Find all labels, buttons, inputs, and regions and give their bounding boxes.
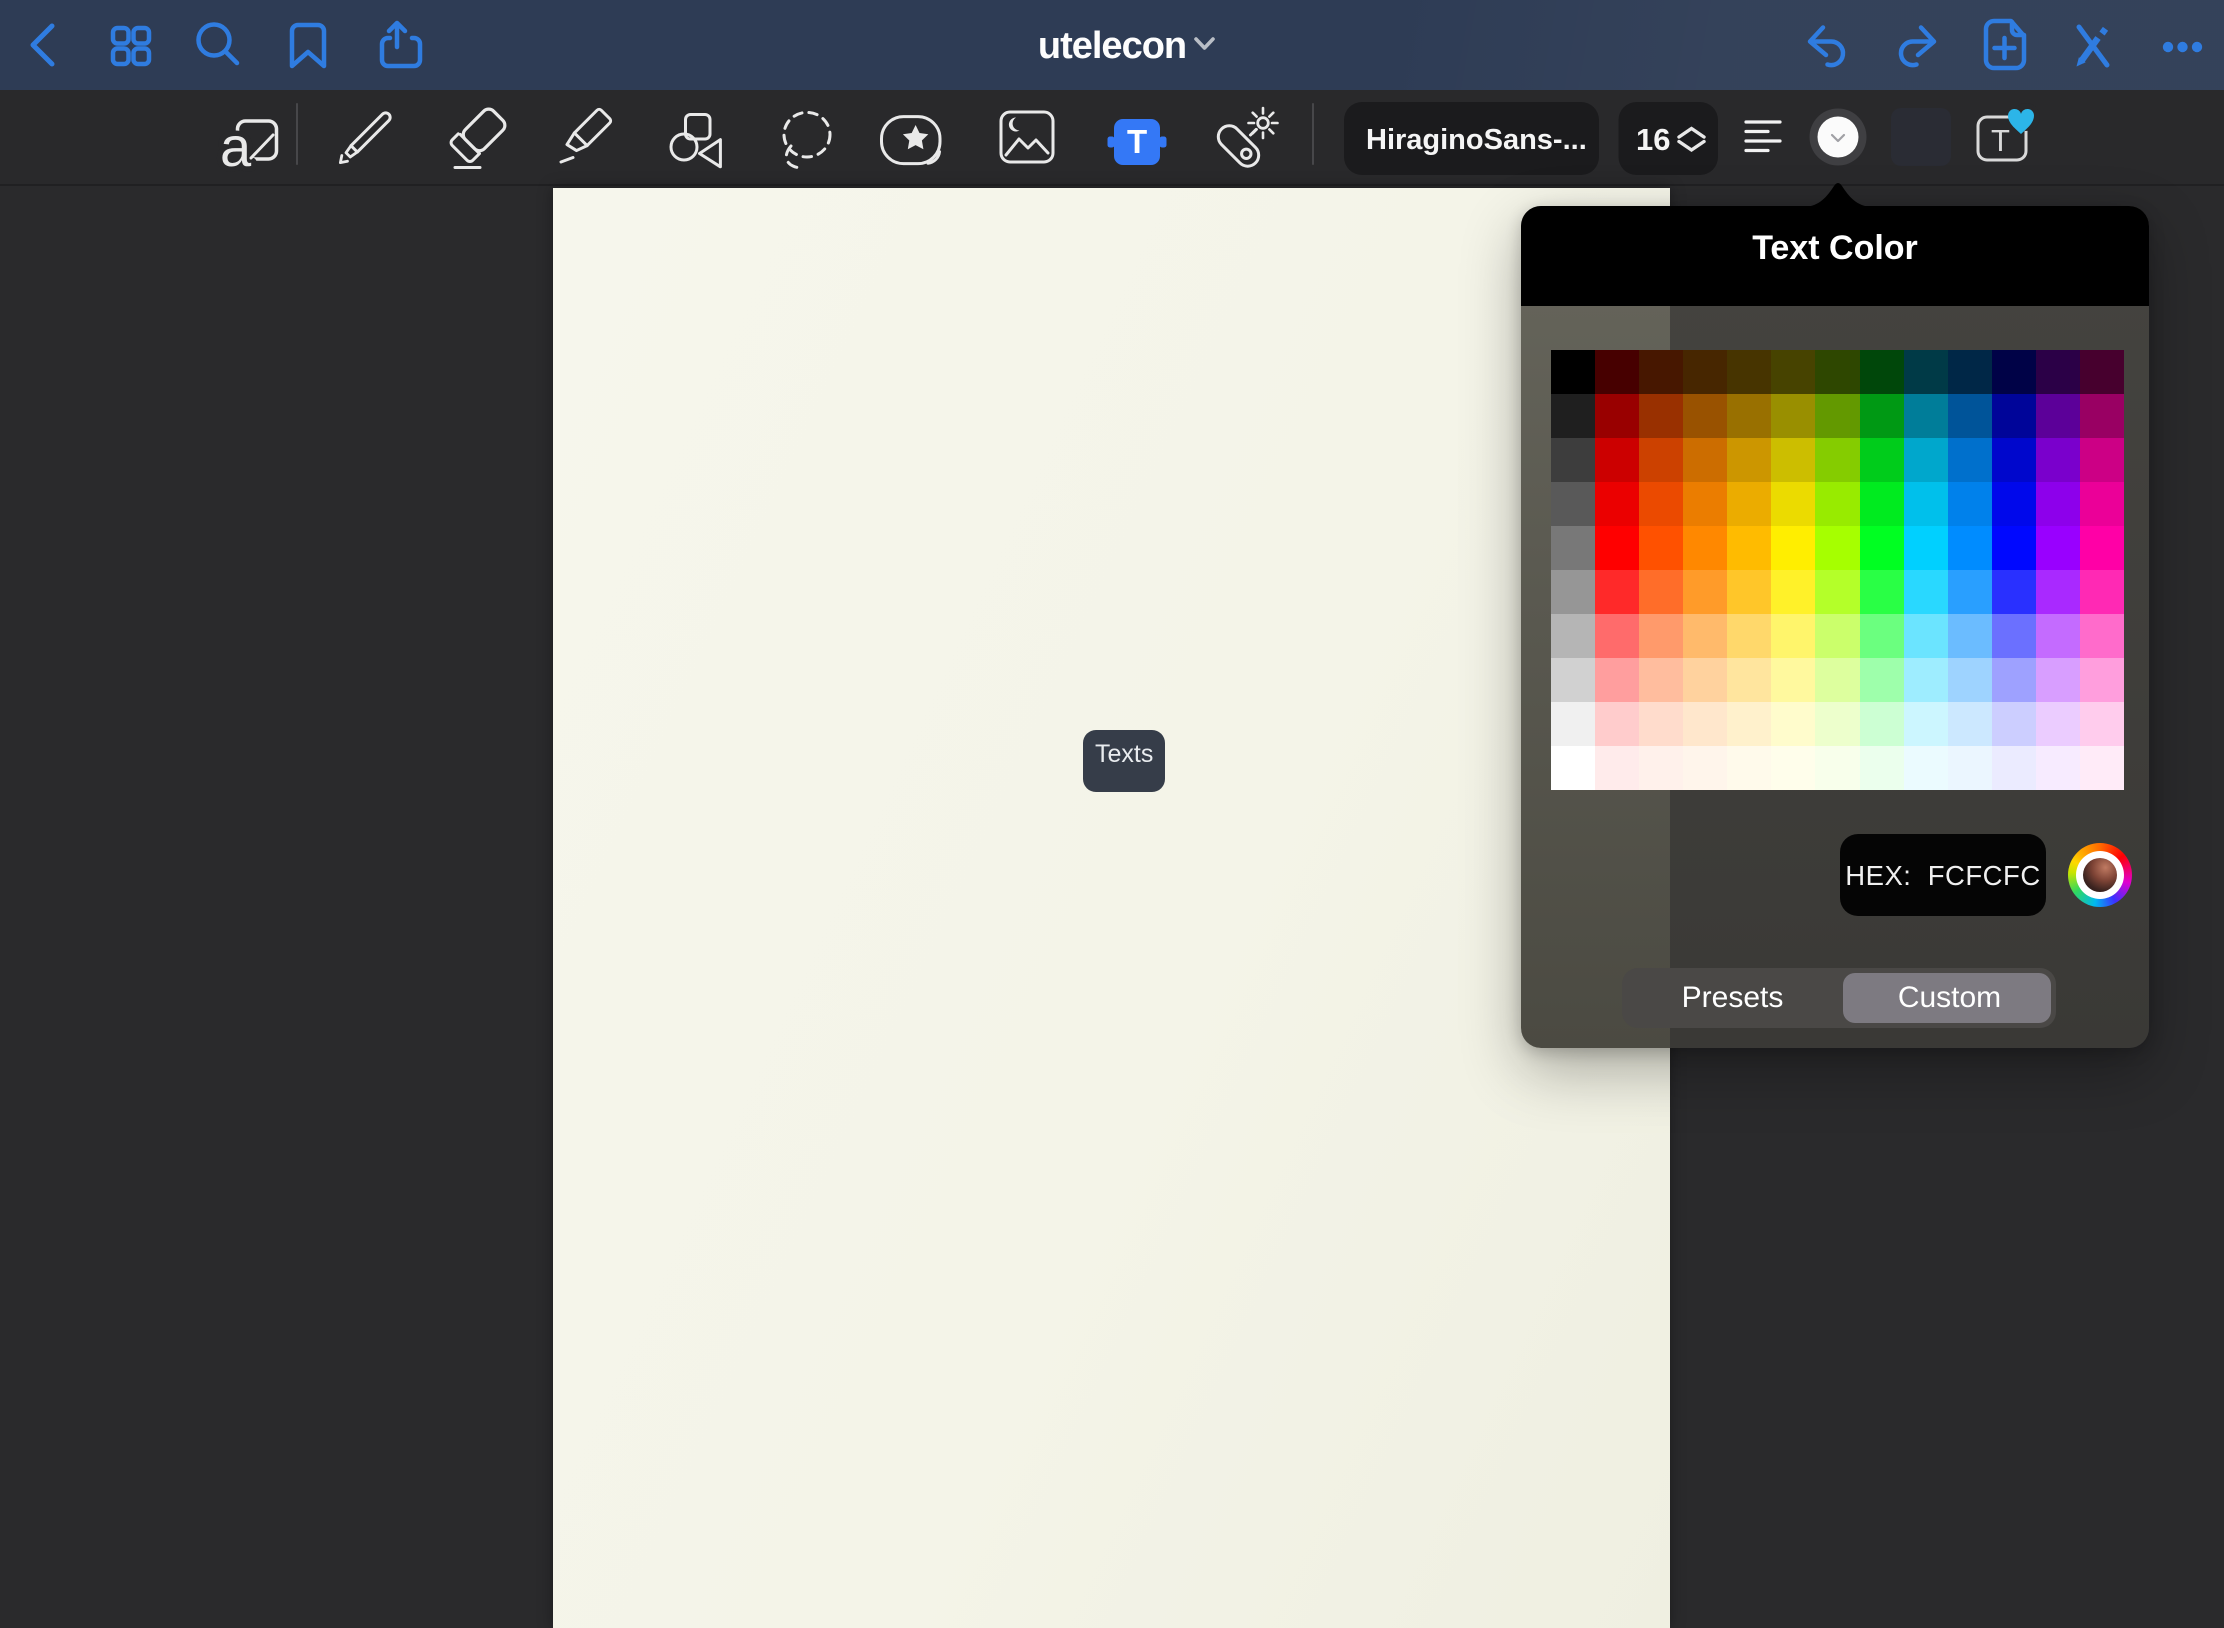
svg-text:a: a [220, 115, 252, 178]
svg-text:16: 16 [1636, 122, 1670, 157]
svg-text:HiraginoSans-...: HiraginoSans-... [1366, 124, 1587, 156]
svg-text:T: T [1127, 123, 1147, 160]
svg-text:T: T [1991, 123, 2010, 158]
